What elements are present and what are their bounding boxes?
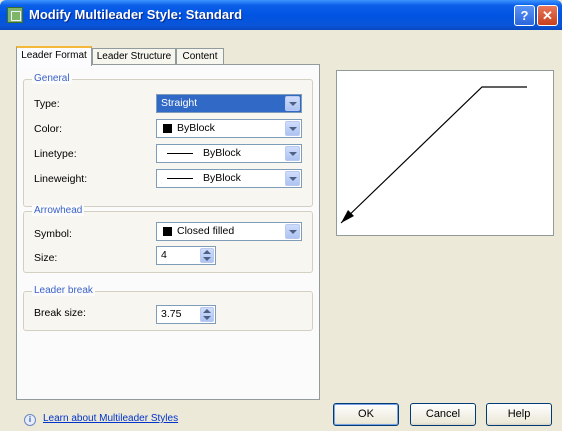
lineweight-label: Lineweight:	[34, 173, 88, 185]
linetype-value: ByBlock	[203, 147, 241, 159]
dropdown-arrow-icon[interactable]	[285, 224, 300, 239]
ok-button[interactable]: OK	[333, 403, 399, 426]
color-dropdown[interactable]: ByBlock	[156, 119, 302, 138]
leader-break-group-title: Leader break	[32, 285, 95, 296]
type-dropdown[interactable]: Straight	[156, 94, 302, 113]
size-spinner[interactable]: 4	[156, 246, 216, 265]
title-help-button[interactable]: ?	[514, 5, 535, 26]
break-size-value: 3.75	[161, 308, 182, 320]
color-label: Color:	[34, 123, 63, 135]
tab-leader-structure[interactable]: Leader Structure	[92, 48, 176, 65]
arrowhead-group-title: Arrowhead	[32, 205, 85, 216]
closed-filled-icon	[163, 227, 172, 236]
cancel-button[interactable]: Cancel	[410, 403, 476, 426]
type-value: Straight	[161, 97, 198, 109]
close-button[interactable]: ✕	[537, 5, 558, 26]
dropdown-arrow-icon[interactable]	[285, 96, 300, 111]
dropdown-arrow-icon[interactable]	[285, 121, 300, 136]
linetype-sample	[167, 153, 193, 154]
lineweight-value: ByBlock	[203, 172, 241, 184]
title-bar[interactable]: Modify Multileader Style: Standard ? ✕	[0, 0, 562, 30]
general-group-title: General	[32, 73, 72, 84]
color-value: ByBlock	[177, 122, 215, 134]
lineweight-dropdown[interactable]: ByBlock	[156, 169, 302, 188]
break-size-spinner[interactable]: 3.75	[156, 305, 216, 324]
app-icon	[7, 7, 23, 23]
symbol-value: Closed filled	[177, 225, 235, 237]
size-value: 4	[161, 249, 167, 261]
help-button[interactable]: Help	[486, 403, 552, 426]
linetype-dropdown[interactable]: ByBlock	[156, 144, 302, 163]
leader-preview	[336, 70, 554, 236]
type-label: Type:	[34, 98, 60, 110]
size-label: Size:	[34, 252, 58, 264]
window-title: Modify Multileader Style: Standard	[29, 7, 243, 22]
dropdown-arrow-icon[interactable]	[285, 146, 300, 161]
spinner-icon[interactable]	[200, 307, 214, 322]
dialog-window: Modify Multileader Style: Standard ? ✕ L…	[0, 0, 562, 431]
color-swatch	[163, 124, 172, 133]
leader-arrow-icon	[340, 86, 527, 224]
lineweight-sample	[167, 178, 193, 179]
symbol-dropdown[interactable]: Closed filled	[156, 222, 302, 241]
spinner-icon[interactable]	[200, 248, 214, 263]
break-size-label: Break size:	[34, 307, 86, 319]
info-icon: i	[24, 414, 36, 426]
tab-content[interactable]: Content	[176, 48, 224, 65]
dropdown-arrow-icon[interactable]	[285, 171, 300, 186]
learn-about-link[interactable]: Learn about Multileader Styles	[43, 413, 178, 424]
tab-leader-format[interactable]: Leader Format	[16, 46, 92, 66]
linetype-label: Linetype:	[34, 148, 77, 160]
symbol-label: Symbol:	[34, 228, 72, 240]
